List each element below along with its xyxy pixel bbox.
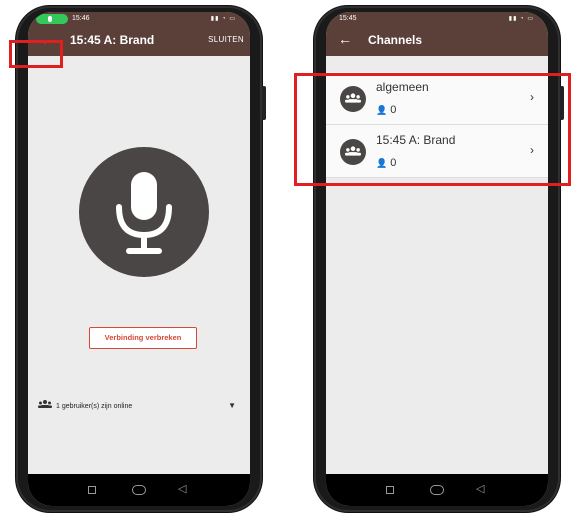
signal-wifi-battery-icon: ▮▮ ◔ ▭ (210, 16, 236, 22)
nav-back-icon[interactable]: ◁ (476, 482, 484, 495)
status-time: 15:45 (339, 15, 357, 22)
home-icon[interactable] (430, 485, 444, 495)
microphone-button[interactable] (79, 147, 209, 277)
status-bar: 15:46 ▮▮ ◔ ▭ (28, 12, 250, 26)
page-title: 15:45 A: Brand (70, 33, 155, 47)
side-button (262, 86, 266, 120)
page-title: Channels (368, 33, 423, 47)
status-time: 15:46 (72, 15, 90, 22)
microphone-icon (116, 172, 172, 254)
nav-back-icon[interactable]: ◁ (178, 482, 186, 495)
signal-wifi-battery-icon: ▮▮ ◔ ▭ (508, 16, 534, 22)
phone-left: 15:46 ▮▮ ◔ ▭ ← 15:45 A: Brand SLUITEN Ve… (16, 6, 266, 512)
online-users-label: 1 gebruiker(s) zijn online (56, 403, 133, 410)
highlight-back-button (9, 40, 63, 68)
system-nav-bar: ◁ (28, 474, 250, 506)
home-icon[interactable] (132, 485, 146, 495)
disconnect-button[interactable]: Verbinding verbreken (89, 327, 197, 349)
users-icon (38, 400, 52, 410)
system-nav-bar: ◁ (326, 474, 548, 506)
recents-icon[interactable] (88, 486, 96, 494)
highlight-channel-list (294, 73, 571, 186)
recents-icon[interactable] (386, 486, 394, 494)
screen-left: 15:46 ▮▮ ◔ ▭ ← 15:45 A: Brand SLUITEN Ve… (28, 12, 250, 506)
close-button[interactable]: SLUITEN (208, 35, 244, 44)
status-bar: 15:45 ▮▮ ◔ ▭ (326, 12, 548, 26)
app-bar: ← Channels (326, 26, 548, 56)
back-arrow-icon[interactable]: ← (338, 31, 352, 47)
online-users: 1 gebruiker(s) zijn online (38, 400, 132, 410)
expand-dropdown-icon[interactable]: ▼ (228, 401, 236, 410)
mic-indicator-icon (36, 14, 68, 24)
